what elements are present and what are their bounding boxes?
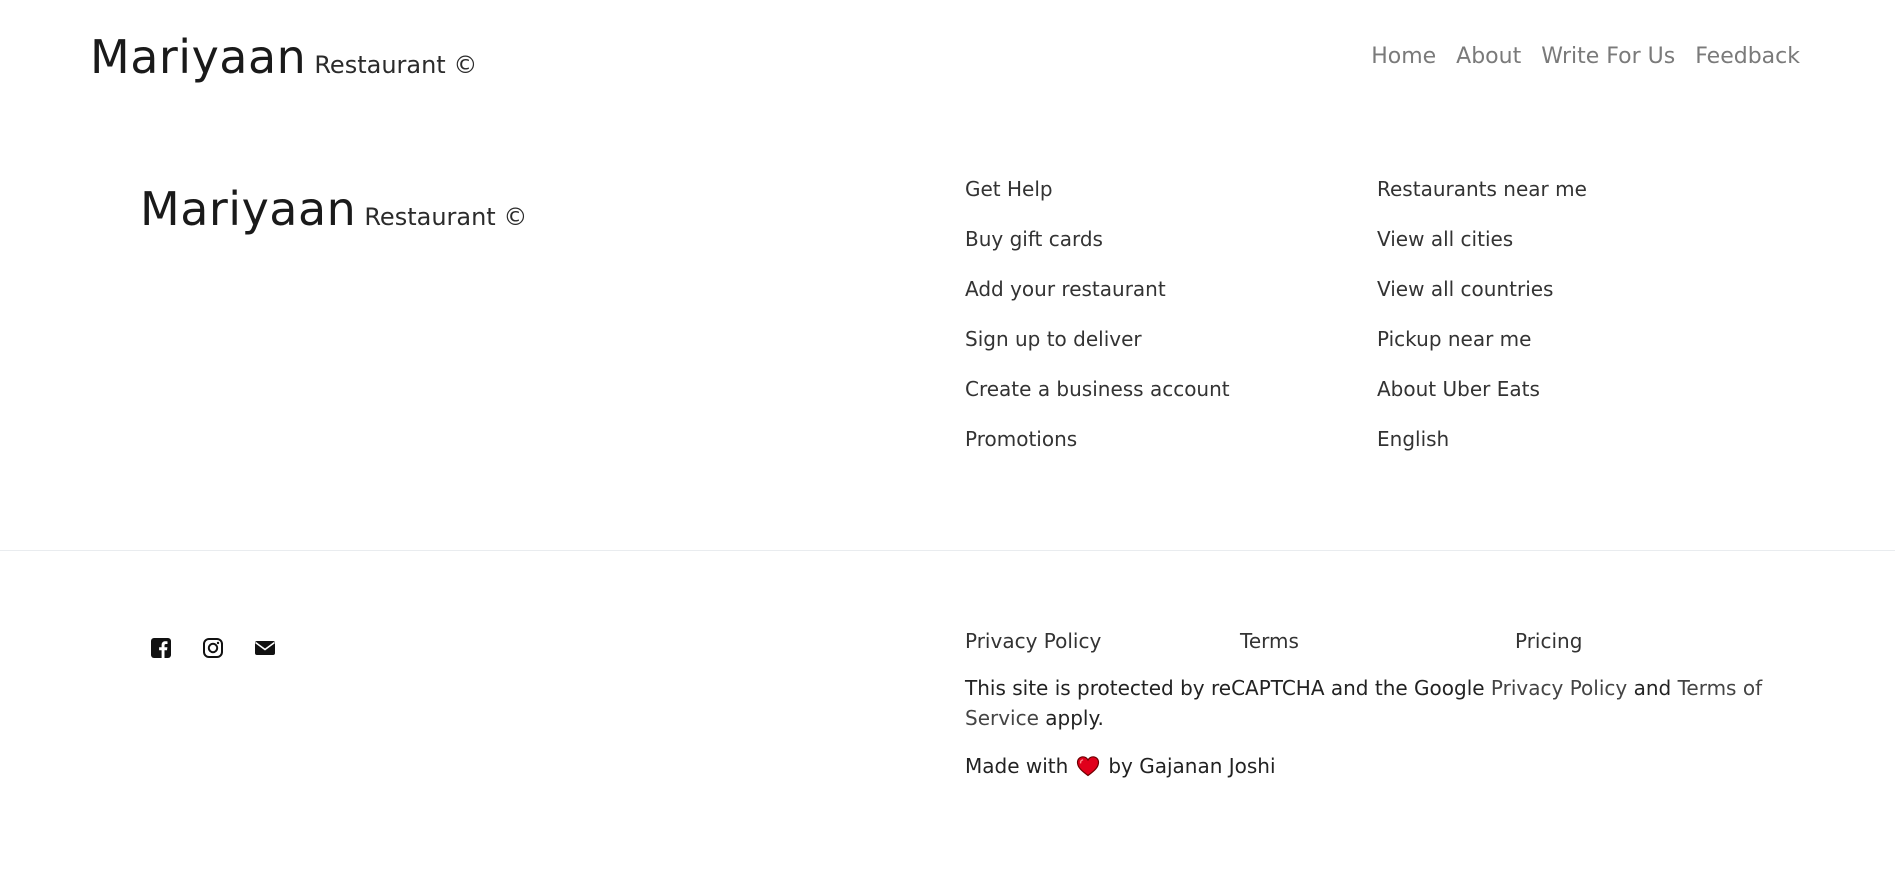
footer-brand-name: Mariyaan <box>140 182 357 236</box>
made-with-credit: Made with by Gajanan Joshi <box>965 754 1276 778</box>
view-all-countries-link[interactable]: View all countries <box>1377 277 1553 301</box>
brand-name: Mariyaan <box>90 30 307 84</box>
list-item: Add your restaurant <box>965 277 1230 327</box>
recaptcha-text-2: and <box>1627 676 1678 700</box>
list-item: English <box>1377 427 1587 477</box>
list-item: Sign up to deliver <box>965 327 1230 377</box>
footer-links-column-2: Restaurants near me View all cities View… <box>1377 177 1587 477</box>
sign-up-deliver-link[interactable]: Sign up to deliver <box>965 327 1142 351</box>
promotions-link[interactable]: Promotions <box>965 427 1077 451</box>
about-uber-eats-link[interactable]: About Uber Eats <box>1377 377 1540 401</box>
footer-brand: Mariyaan Restaurant © <box>140 182 527 236</box>
get-help-link[interactable]: Get Help <box>965 177 1053 201</box>
navbar: Mariyaan Restaurant © Home About Write F… <box>0 0 1895 120</box>
social-links <box>150 637 276 659</box>
pricing-link[interactable]: Pricing <box>1515 629 1582 653</box>
list-item: Get Help <box>965 177 1230 227</box>
instagram-icon[interactable] <box>202 637 224 659</box>
google-privacy-policy-link[interactable]: Privacy Policy <box>1491 676 1627 700</box>
list-item: Create a business account <box>965 377 1230 427</box>
list-item: Restaurants near me <box>1377 177 1587 227</box>
brand-suffix: Restaurant © <box>314 51 478 79</box>
footer-bottom: Privacy Policy Terms Pricing This site i… <box>0 551 1895 871</box>
envelope-icon[interactable] <box>254 637 276 659</box>
navbar-brand[interactable]: Mariyaan Restaurant © <box>90 30 477 84</box>
list-item: Buy gift cards <box>965 227 1230 277</box>
restaurants-near-me-link[interactable]: Restaurants near me <box>1377 177 1587 201</box>
privacy-policy-link[interactable]: Privacy Policy <box>965 629 1101 653</box>
list-item: Promotions <box>965 427 1230 477</box>
footer-links-column-1: Get Help Buy gift cards Add your restaur… <box>965 177 1230 477</box>
list-item: About Uber Eats <box>1377 377 1587 427</box>
nav-link-write-for-us[interactable]: Write For Us <box>1541 44 1675 69</box>
pickup-near-me-link[interactable]: Pickup near me <box>1377 327 1531 351</box>
made-with-prefix: Made with <box>965 754 1069 778</box>
list-item: Pickup near me <box>1377 327 1587 377</box>
buy-gift-cards-link[interactable]: Buy gift cards <box>965 227 1103 251</box>
recaptcha-notice: This site is protected by reCAPTCHA and … <box>965 673 1765 733</box>
nav-link-about[interactable]: About <box>1456 44 1521 69</box>
heart-icon <box>1076 755 1100 777</box>
nav-link-home[interactable]: Home <box>1371 44 1436 69</box>
create-business-account-link[interactable]: Create a business account <box>965 377 1230 401</box>
add-restaurant-link[interactable]: Add your restaurant <box>965 277 1166 301</box>
recaptcha-text-1: This site is protected by reCAPTCHA and … <box>965 676 1491 700</box>
footer-brand-suffix: Restaurant © <box>364 203 528 231</box>
terms-link[interactable]: Terms <box>1240 629 1299 653</box>
nav-menu: Home About Write For Us Feedback <box>1371 44 1800 69</box>
facebook-icon[interactable] <box>150 637 172 659</box>
nav-link-feedback[interactable]: Feedback <box>1695 44 1800 69</box>
list-item: View all cities <box>1377 227 1587 277</box>
footer-top: Mariyaan Restaurant © Get Help Buy gift … <box>0 120 1895 550</box>
language-link[interactable]: English <box>1377 427 1449 451</box>
recaptcha-text-3: apply. <box>1038 706 1104 730</box>
made-with-author: by Gajanan Joshi <box>1108 754 1276 778</box>
list-item: View all countries <box>1377 277 1587 327</box>
view-all-cities-link[interactable]: View all cities <box>1377 227 1513 251</box>
